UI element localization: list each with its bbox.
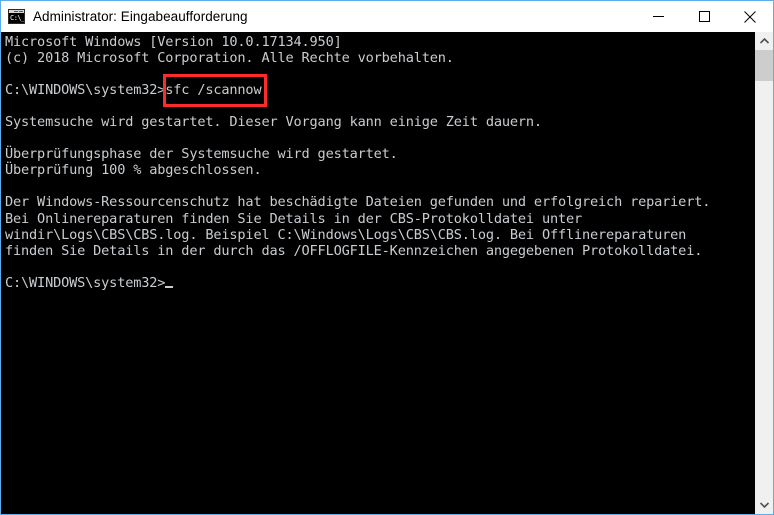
scrollbar-track[interactable] <box>755 50 773 496</box>
console-line: Der Windows-Ressourcenschutz hat beschäd… <box>5 194 711 211</box>
minimize-icon <box>652 16 664 17</box>
icon-screen-glyph: C:\_ <box>9 13 24 23</box>
console-text: Microsoft Windows [Version 10.0.17134.95… <box>5 34 751 291</box>
console-line: Bei Onlinereparaturen finden Sie Details… <box>5 210 583 227</box>
console-output-area[interactable]: Microsoft Windows [Version 10.0.17134.95… <box>1 32 773 514</box>
command-prompt-window: C:\_ Administrator: Eingabeaufforderung <box>0 0 774 515</box>
minimize-button[interactable] <box>635 1 681 32</box>
maximize-icon <box>698 11 710 22</box>
console-line: C:\WINDOWS\system32> <box>5 274 166 291</box>
window-titlebar[interactable]: C:\_ Administrator: Eingabeaufforderung <box>1 1 773 32</box>
console-line: Microsoft Windows [Version 10.0.17134.95… <box>5 34 342 50</box>
console-line: Systemsuche wird gestartet. Dieser Vorga… <box>5 114 542 131</box>
window-controls <box>635 1 773 32</box>
console-cursor <box>165 285 174 288</box>
console-line: C:\WINDOWS\system32>sfc /scannow <box>5 82 262 99</box>
scrollbar-down-button[interactable] <box>755 496 773 514</box>
close-button[interactable] <box>727 1 773 32</box>
console-line: Überprüfung 100 % abgeschlossen. <box>5 162 262 179</box>
chevron-down-icon <box>759 502 769 508</box>
scrollbar-thumb[interactable] <box>755 50 773 81</box>
console-scrollbar[interactable] <box>755 32 773 514</box>
console-line: Überprüfungsphase der Systemsuche wird g… <box>5 146 398 163</box>
cmd-console-icon: C:\_ <box>8 9 25 24</box>
maximize-button[interactable] <box>681 1 727 32</box>
chevron-up-icon <box>759 38 769 44</box>
console-line: windir\Logs\CBS\CBS.log. Beispiel C:\Win… <box>5 226 687 243</box>
console-line: (c) 2018 Microsoft Corporation. Alle Rec… <box>5 50 454 67</box>
window-title: Administrator: Eingabeaufforderung <box>33 9 248 24</box>
console-line: finden Sie Details in der durch das /OFF… <box>5 242 703 259</box>
close-icon <box>744 10 756 23</box>
scrollbar-up-button[interactable] <box>755 32 773 50</box>
